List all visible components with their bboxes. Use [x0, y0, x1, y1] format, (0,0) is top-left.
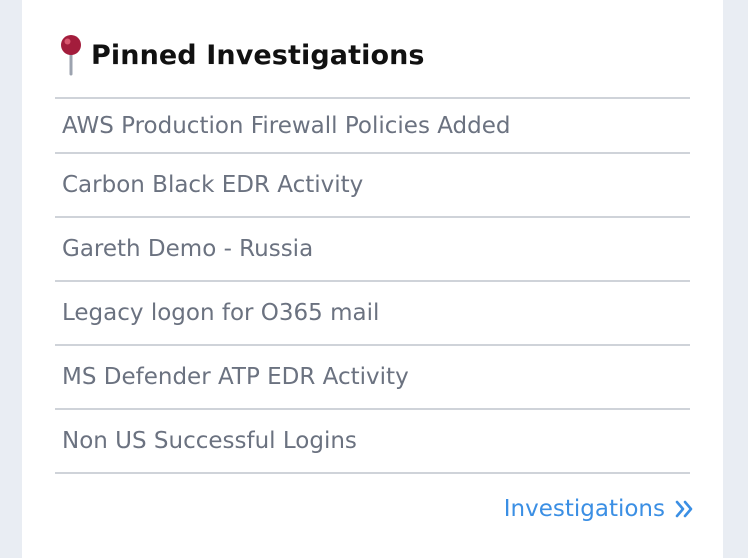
widget-title: Pinned Investigations [91, 39, 425, 71]
list-item[interactable]: Carbon Black EDR Activity [55, 154, 690, 218]
list-item[interactable]: Non US Successful Logins [55, 410, 690, 474]
list-item[interactable]: AWS Production Firewall Policies Added [55, 99, 690, 154]
investigations-link[interactable]: Investigations [504, 496, 695, 522]
widget-header: Pinned Investigations [59, 34, 425, 76]
list-item[interactable]: Legacy logon for O365 mail [55, 282, 690, 346]
double-chevron-right-icon [673, 498, 695, 520]
investigations-link-label: Investigations [503, 496, 665, 522]
list-item[interactable]: Gareth Demo - Russia [55, 218, 690, 282]
investigations-list: AWS Production Firewall Policies Added C… [55, 97, 690, 474]
list-item[interactable]: MS Defender ATP EDR Activity [55, 346, 690, 410]
pin-icon [59, 34, 83, 76]
pinned-investigations-widget: Pinned Investigations AWS Production Fir… [22, 0, 723, 558]
